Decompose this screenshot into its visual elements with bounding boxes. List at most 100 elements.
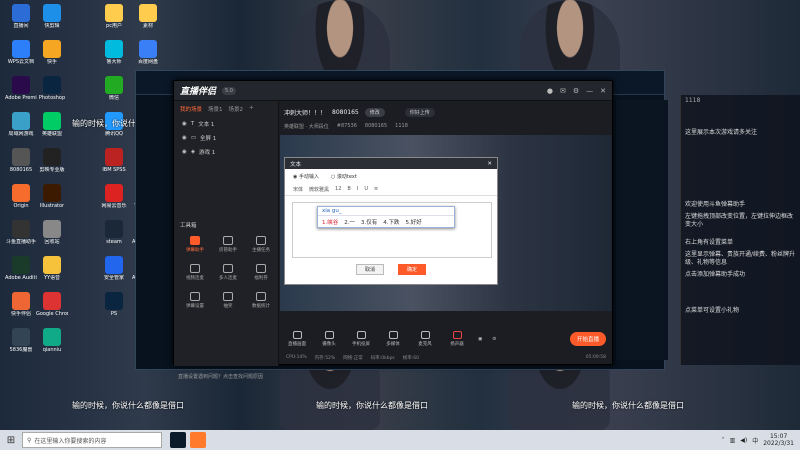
- mail-icon[interactable]: ✉: [560, 87, 566, 95]
- desktop-icon[interactable]: 8080165: [5, 148, 37, 173]
- tool-button[interactable]: 抽奖: [213, 292, 243, 309]
- desktop-icon[interactable]: YY语音: [36, 256, 68, 281]
- microphone-button[interactable]: 麦克风: [414, 331, 436, 347]
- tool-button[interactable]: 弹幕助手: [180, 236, 210, 253]
- eye-icon[interactable]: ◉: [182, 135, 187, 141]
- desktop-icon[interactable]: 快手伴侣: [5, 292, 37, 317]
- desktop-icon[interactable]: 鲁大师: [98, 40, 130, 65]
- upload-button[interactable]: 你好上传: [404, 107, 435, 117]
- ime-candidate[interactable]: 3.仅有: [361, 218, 377, 226]
- desktop-icon[interactable]: Adobe Premiere: [5, 76, 37, 101]
- taskbar-search[interactable]: ⚲ 在这里输入你要搜索的内容: [22, 432, 162, 448]
- gear-icon[interactable]: ⚙: [492, 337, 496, 342]
- tab-my-scene[interactable]: 我的场景: [180, 105, 202, 113]
- desktop-icon[interactable]: steam: [98, 220, 130, 245]
- desktop-icon[interactable]: 安全管家: [98, 256, 130, 281]
- danmu-panel[interactable]: 1118 这里展示本次游戏请多关注 欢迎使用斗鱼弹幕助手 左键拖拽顶部改变位置，…: [680, 95, 800, 365]
- phone-cast-button[interactable]: 手机投屏: [350, 331, 372, 347]
- desktop-icon-label: 剪映专业版: [39, 167, 65, 173]
- cancel-button[interactable]: 取消: [356, 264, 384, 275]
- desktop-icon[interactable]: 素材: [132, 4, 164, 29]
- network-icon[interactable]: ▥: [730, 437, 736, 444]
- desktop-icon[interactable]: IBM SPSS: [98, 148, 130, 173]
- desktop-icon[interactable]: Origin: [5, 184, 37, 209]
- desktop-icon[interactable]: 局域网游戏: [5, 112, 37, 137]
- desktop-icon[interactable]: 微信: [98, 76, 130, 101]
- radio-scroll[interactable]: ○ 滚动text: [331, 173, 357, 180]
- ime-candidate-window[interactable]: xia gu_ 1.峡谷 2.一 3.仅有 4.下跌 5.好好: [317, 206, 455, 228]
- live-companion-taskbar-icon[interactable]: [190, 432, 206, 448]
- scene-item[interactable]: ◉ ▭ 全屏 1: [174, 131, 278, 145]
- speaker-button[interactable]: 扬声器: [446, 331, 468, 347]
- lol-taskbar-icon[interactable]: [170, 432, 186, 448]
- record-icon[interactable]: ▣: [478, 337, 482, 342]
- avatar[interactable]: ●: [547, 87, 553, 95]
- scene-item[interactable]: ◉ T 文本 1: [174, 117, 278, 131]
- tool-button[interactable]: 福利券: [246, 264, 276, 281]
- eye-icon[interactable]: ◉: [182, 149, 187, 155]
- edit-button[interactable]: 修改: [364, 107, 385, 117]
- ime-candidate[interactable]: 4.下跌: [383, 218, 399, 226]
- tab-scene-1[interactable]: 场景1: [208, 105, 223, 113]
- ime-candidate[interactable]: 1.峡谷: [322, 218, 338, 226]
- add-scene-button[interactable]: +: [249, 105, 254, 113]
- minimize-icon[interactable]: —: [586, 87, 593, 95]
- desktop-icon[interactable]: Google Chrome: [36, 292, 68, 317]
- desktop-icon[interactable]: 英雄联盟: [36, 112, 68, 137]
- tool-button[interactable]: 视频连麦: [180, 264, 210, 281]
- desktop-icon[interactable]: Illustrator: [36, 184, 68, 209]
- underline-button[interactable]: U: [364, 186, 368, 193]
- desktop-icon[interactable]: 斗鱼直播助手: [5, 220, 37, 245]
- radio-manual[interactable]: ◉ 手动输入: [293, 173, 319, 180]
- windows-start-button[interactable]: ⊞: [0, 430, 22, 450]
- tool-button[interactable]: 数据统计: [246, 292, 276, 309]
- desktop-icon[interactable]: WPS云文档: [5, 40, 37, 65]
- tool-button[interactable]: 多人连麦: [213, 264, 243, 281]
- tool-label: 视频连麦: [186, 276, 204, 281]
- desktop-icon-label: 快剪辑: [44, 23, 60, 29]
- start-live-button[interactable]: 开始直播: [569, 332, 606, 346]
- desktop-icon[interactable]: 剪映专业版: [36, 148, 68, 173]
- desktop-icon[interactable]: 百度网盘: [132, 40, 164, 65]
- desktop-icon[interactable]: 直播间: [5, 4, 37, 29]
- tool-button[interactable]: 弹幕设置: [180, 292, 210, 309]
- desktop-icon[interactable]: PS: [98, 292, 130, 317]
- desktop-icon[interactable]: 网易云音乐: [98, 184, 130, 209]
- camera-button[interactable]: 摄像头: [318, 331, 340, 347]
- close-icon[interactable]: ✕: [487, 161, 492, 167]
- desktop-icon[interactable]: 快剪辑: [36, 4, 68, 29]
- font-select[interactable]: 宋体: [293, 186, 303, 193]
- align-button[interactable]: ≡: [374, 186, 378, 193]
- font-select[interactable]: 微软雅黑: [309, 186, 329, 193]
- tool-button[interactable]: 房管助手: [213, 236, 243, 253]
- scene-item[interactable]: ◉ ◈ 游戏 1: [174, 145, 278, 159]
- italic-button[interactable]: I: [357, 186, 358, 193]
- media-button[interactable]: 多媒体: [382, 331, 404, 347]
- room-title[interactable]: 冲刺大师！！！: [284, 108, 326, 117]
- ime-candidate[interactable]: 5.好好: [406, 218, 422, 226]
- desktop-icon[interactable]: Photoshop: [36, 76, 68, 101]
- desktop-icon[interactable]: qianniu: [36, 328, 68, 353]
- play-icon: [388, 331, 398, 339]
- tool-button[interactable]: 主播任务: [246, 236, 276, 253]
- desktop-icon[interactable]: 快手: [36, 40, 68, 65]
- volume-icon[interactable]: ◀): [740, 437, 747, 444]
- ime-candidate[interactable]: 2.一: [344, 218, 355, 226]
- close-icon[interactable]: ✕: [600, 87, 606, 95]
- tab-scene-2[interactable]: 场景2: [229, 105, 244, 113]
- eye-icon[interactable]: ◉: [182, 121, 187, 127]
- confirm-button[interactable]: 确定: [398, 264, 426, 275]
- desktop-icon[interactable]: Adobe Audition: [5, 256, 37, 281]
- size-select[interactable]: 12: [335, 186, 341, 193]
- chevron-up-icon[interactable]: ˄: [722, 437, 725, 444]
- clock[interactable]: 15:07 2022/3/31: [763, 433, 794, 447]
- bold-button[interactable]: B: [347, 186, 350, 193]
- help-link[interactable]: 直播设置遇到问题？点击查找问题原因: [178, 373, 263, 380]
- desktop-icon[interactable]: 5836魔兽: [5, 328, 37, 353]
- screen-source-button[interactable]: 直播画面: [286, 331, 308, 347]
- desktop-icon[interactable]: 回收站: [36, 220, 68, 245]
- gear-icon[interactable]: ⚙: [573, 87, 579, 95]
- ime-icon[interactable]: 中: [752, 436, 758, 445]
- desktop-icon[interactable]: pc用户: [98, 4, 130, 29]
- subtitle: 输的时候，你说什么都像是借口: [72, 401, 184, 410]
